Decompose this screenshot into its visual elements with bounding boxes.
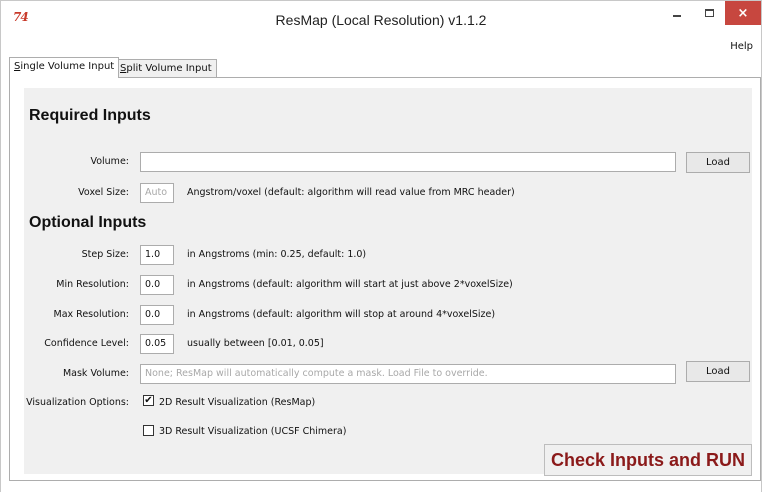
volume-load-button[interactable]: Load [686,152,750,173]
min-resolution-label: Min Resolution: [56,279,129,290]
min-resolution-hint: in Angstroms (default: algorithm will st… [187,279,513,290]
vis-2d-label[interactable]: 2D Result Visualization (ResMap) [159,397,315,408]
step-size-hint: in Angstroms (min: 0.25, default: 1.0) [187,249,367,260]
mask-volume-label: Mask Volume: [62,368,129,379]
maximize-icon [704,9,714,17]
optional-inputs-heading: Optional Inputs [29,214,147,231]
vis-2d-checkbox[interactable]: ✔ [143,395,154,406]
tab-single-label: ingle Volume Input [20,61,115,72]
app-window: 74 ResMap (Local Resolution) v1.1.2 × He… [0,0,762,492]
window-title: ResMap (Local Resolution) v1.1.2 [275,12,487,28]
voxel-size-hint: Angstrom/voxel (default: algorithm will … [187,187,515,198]
max-resolution-label: Max Resolution: [53,309,130,320]
confidence-level-input[interactable]: 0.05 [140,334,174,354]
menu-help[interactable]: Help [730,41,753,52]
tab-split-label: plit Volume Input [126,63,212,74]
tab-single-volume-input[interactable]: Single Volume Input [9,57,120,78]
mask-volume-input[interactable]: None; ResMap will automatically compute … [140,364,676,384]
checkmark-icon: ✔ [144,394,153,406]
confidence-level-hint: usually between [0.01, 0.05] [187,338,324,349]
vis-3d-label[interactable]: 3D Result Visualization (UCSF Chimera) [159,426,346,437]
maximize-button[interactable] [693,1,725,25]
voxel-size-input[interactable]: Auto [140,183,174,203]
minimize-icon [673,15,681,17]
volume-input[interactable] [140,152,676,172]
mask-load-button[interactable]: Load [686,361,750,382]
visualization-options-label: Visualization Options: [26,397,129,408]
min-resolution-input[interactable]: 0.0 [140,275,174,295]
confidence-level-label: Confidence Level: [44,338,129,349]
required-inputs-heading: Required Inputs [29,107,151,124]
minimize-button[interactable] [661,1,693,25]
max-resolution-hint: in Angstroms (default: algorithm will st… [187,309,496,320]
step-size-label: Step Size: [81,249,129,260]
close-icon: × [737,5,749,21]
vis-3d-checkbox[interactable] [143,425,154,436]
title-bar[interactable]: 74 ResMap (Local Resolution) v1.1.2 × [1,1,761,37]
max-resolution-input[interactable]: 0.0 [140,305,174,325]
tab-split-volume-input[interactable]: Split Volume Input [115,59,217,77]
step-size-input[interactable]: 1.0 [140,245,174,265]
close-button[interactable]: × [725,1,761,25]
volume-label: Volume: [90,156,129,167]
check-inputs-and-run-button[interactable]: Check Inputs and RUN [544,444,752,476]
voxel-size-label: Voxel Size: [78,187,129,198]
menu-bar: Help [1,37,761,57]
